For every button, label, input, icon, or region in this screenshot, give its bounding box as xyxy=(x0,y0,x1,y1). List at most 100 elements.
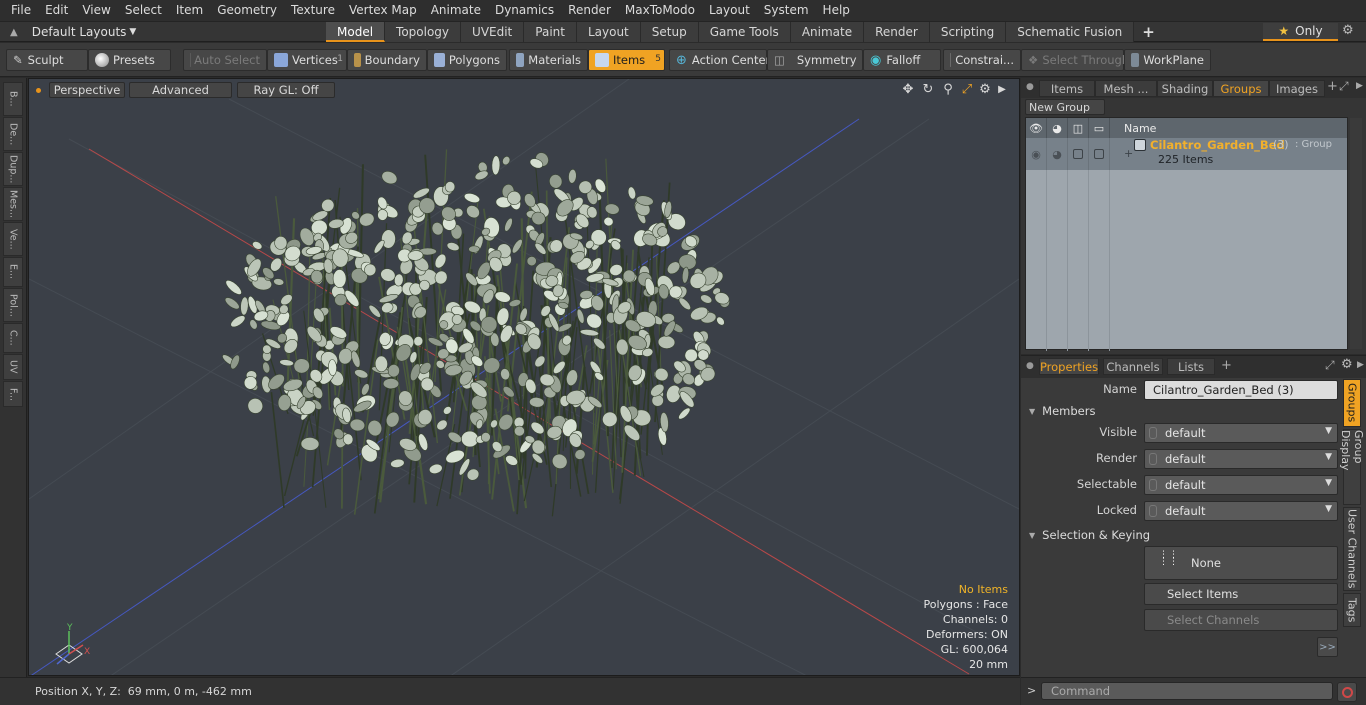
rotate-view-icon[interactable]: ↻ xyxy=(920,82,936,98)
selectable-dropdown[interactable]: default ▼ xyxy=(1144,475,1338,495)
properties-gear-icon[interactable]: ⚙ xyxy=(1341,357,1353,372)
menu-view[interactable]: View xyxy=(75,0,117,21)
left-tab-polygon[interactable]: Pol... xyxy=(3,288,23,322)
render-header-icon[interactable]: ◕ xyxy=(1047,118,1068,138)
tab-mesh[interactable]: Mesh ... xyxy=(1095,80,1157,97)
side-tab-group-display[interactable]: Group Display xyxy=(1339,429,1365,505)
only-button[interactable]: ★ Only xyxy=(1263,23,1338,41)
expand-panel-icon[interactable]: ⤢ xyxy=(1325,358,1335,373)
vertices-button[interactable]: Vertices 1 xyxy=(267,49,347,71)
menu-render[interactable]: Render xyxy=(561,0,618,21)
viewport-gear-icon[interactable]: ⚙ xyxy=(977,82,993,98)
tab-groups[interactable]: Groups xyxy=(1213,80,1269,97)
visible-dropdown[interactable]: default ▼ xyxy=(1144,423,1338,443)
members-section[interactable]: ▼ Members xyxy=(1029,404,1095,418)
tab-items[interactable]: Items xyxy=(1039,80,1095,97)
menu-select[interactable]: Select xyxy=(118,0,169,21)
tab-uvedit[interactable]: UVEdit xyxy=(461,22,525,42)
menu-item[interactable]: Item xyxy=(169,0,210,21)
group-row[interactable]: ◉ ◕ + Cilantro_Garden_Bed (3) : Group 22… xyxy=(1026,138,1347,170)
select-channels-button[interactable]: Select Channels xyxy=(1144,609,1338,631)
menu-edit[interactable]: Edit xyxy=(38,0,75,21)
viewport-more-icon[interactable]: ▶ xyxy=(994,82,1010,98)
auto-select-button[interactable]: Auto Select xyxy=(183,49,267,71)
tab-layout[interactable]: Layout xyxy=(576,22,641,42)
move-view-icon[interactable]: ✥ xyxy=(900,82,916,98)
expand-icon[interactable]: + xyxy=(1124,147,1133,160)
symmetry-button[interactable]: ◫ Symmetry xyxy=(767,49,863,71)
menu-texture[interactable]: Texture xyxy=(284,0,342,21)
collapse-icon[interactable]: ▲ xyxy=(10,27,18,38)
add-tab-icon[interactable]: + xyxy=(1134,22,1163,42)
row-render-icon[interactable]: ◕ xyxy=(1047,138,1068,170)
boundary-button[interactable]: Boundary xyxy=(347,49,427,71)
side-tab-user-channels[interactable]: User Channels xyxy=(1343,507,1361,591)
render-dropdown[interactable]: default ▼ xyxy=(1144,449,1338,469)
add-tab-icon[interactable]: + xyxy=(1221,358,1232,373)
new-group-button[interactable]: New Group xyxy=(1025,99,1105,115)
more-button[interactable]: >> xyxy=(1317,637,1338,657)
menu-system[interactable]: System xyxy=(757,0,816,21)
raygl-toggle[interactable]: Ray GL: Off xyxy=(237,82,335,98)
tab-animate[interactable]: Animate xyxy=(790,22,865,42)
panel-more-icon[interactable]: ▶ xyxy=(1356,81,1363,91)
falloff-button[interactable]: ◉ Falloff xyxy=(863,49,941,71)
sculpt-button[interactable]: ✎ Sculpt xyxy=(6,49,88,71)
left-tab-uv[interactable]: UV xyxy=(3,354,23,380)
keying-none-button[interactable]: ⋮⋮ ⋮⋮ None xyxy=(1144,546,1338,580)
left-tab-duplicate[interactable]: Dup... xyxy=(3,152,23,186)
tab-properties[interactable]: Properties xyxy=(1039,358,1099,375)
panel-menu-dot[interactable]: ● xyxy=(1026,361,1034,371)
name-column-header[interactable]: Name xyxy=(1124,122,1156,135)
items-button[interactable]: Items 5 xyxy=(588,49,665,71)
panel-menu-dot[interactable]: ● xyxy=(1026,82,1034,92)
perspective-dropdown[interactable]: Perspective xyxy=(49,82,125,98)
left-tab-deform[interactable]: De... xyxy=(3,117,23,151)
group-list-scrollbar[interactable] xyxy=(1350,118,1362,349)
cilantro-plant-mesh[interactable] xyxy=(221,149,731,517)
left-tab-curve[interactable]: C... xyxy=(3,323,23,353)
menu-vertex-map[interactable]: Vertex Map xyxy=(342,0,424,21)
shading-dropdown[interactable]: Advanced xyxy=(129,82,232,98)
menu-geometry[interactable]: Geometry xyxy=(210,0,284,21)
presets-button[interactable]: Presets xyxy=(88,49,171,71)
locked-dropdown[interactable]: default ▼ xyxy=(1144,501,1338,521)
viewport-menu-dot[interactable] xyxy=(36,88,41,93)
left-tab-fusion[interactable]: F... xyxy=(3,381,23,407)
tab-paint[interactable]: Paint xyxy=(524,22,577,42)
3d-viewport[interactable]: Y X Perspective Advanced Ray GL: Off ✥ ↻… xyxy=(28,78,1020,676)
tab-scripting[interactable]: Scripting xyxy=(929,22,1007,42)
panel-more-icon[interactable]: ▶ xyxy=(1357,360,1364,370)
tab-model[interactable]: Model xyxy=(326,22,386,42)
menu-dynamics[interactable]: Dynamics xyxy=(488,0,561,21)
workplane-button[interactable]: WorkPlane xyxy=(1124,49,1211,71)
tab-render[interactable]: Render xyxy=(864,22,930,42)
select-header-icon[interactable]: ▭ xyxy=(1089,118,1110,138)
lock-header-icon[interactable]: ◫ xyxy=(1068,118,1089,138)
left-tab-edge[interactable]: E... xyxy=(3,257,23,287)
tab-channels[interactable]: Channels xyxy=(1103,358,1163,375)
left-tab-mesh[interactable]: Mes... xyxy=(3,187,23,221)
tab-images[interactable]: Images xyxy=(1269,80,1325,97)
selection-keying-section[interactable]: ▼ Selection & Keying xyxy=(1029,528,1150,542)
row-lock-toggle[interactable] xyxy=(1068,138,1089,170)
tab-topology[interactable]: Topology xyxy=(385,22,462,42)
command-input[interactable]: Command xyxy=(1041,682,1333,700)
row-visibility-icon[interactable]: ◉ xyxy=(1026,138,1047,170)
constraints-button[interactable]: Constrai... xyxy=(943,49,1021,71)
menu-maxtomodo[interactable]: MaxToModo xyxy=(618,0,702,21)
row-select-toggle[interactable] xyxy=(1089,138,1110,170)
left-tab-vertex[interactable]: Ve... xyxy=(3,222,23,256)
menu-animate[interactable]: Animate xyxy=(424,0,488,21)
side-tab-groups[interactable]: Groups xyxy=(1343,379,1361,427)
menu-layout[interactable]: Layout xyxy=(702,0,757,21)
materials-button[interactable]: Materials xyxy=(509,49,588,71)
tab-schematic-fusion[interactable]: Schematic Fusion xyxy=(1006,22,1135,42)
left-tab-basic[interactable]: B... xyxy=(3,82,23,116)
tab-game-tools[interactable]: Game Tools xyxy=(698,22,791,42)
add-tab-icon[interactable]: + xyxy=(1327,79,1338,94)
select-items-button[interactable]: Select Items xyxy=(1144,583,1338,605)
action-center-button[interactable]: ⊕ Action Center xyxy=(669,49,770,71)
tab-lists[interactable]: Lists xyxy=(1167,358,1215,375)
menu-help[interactable]: Help xyxy=(816,0,857,21)
